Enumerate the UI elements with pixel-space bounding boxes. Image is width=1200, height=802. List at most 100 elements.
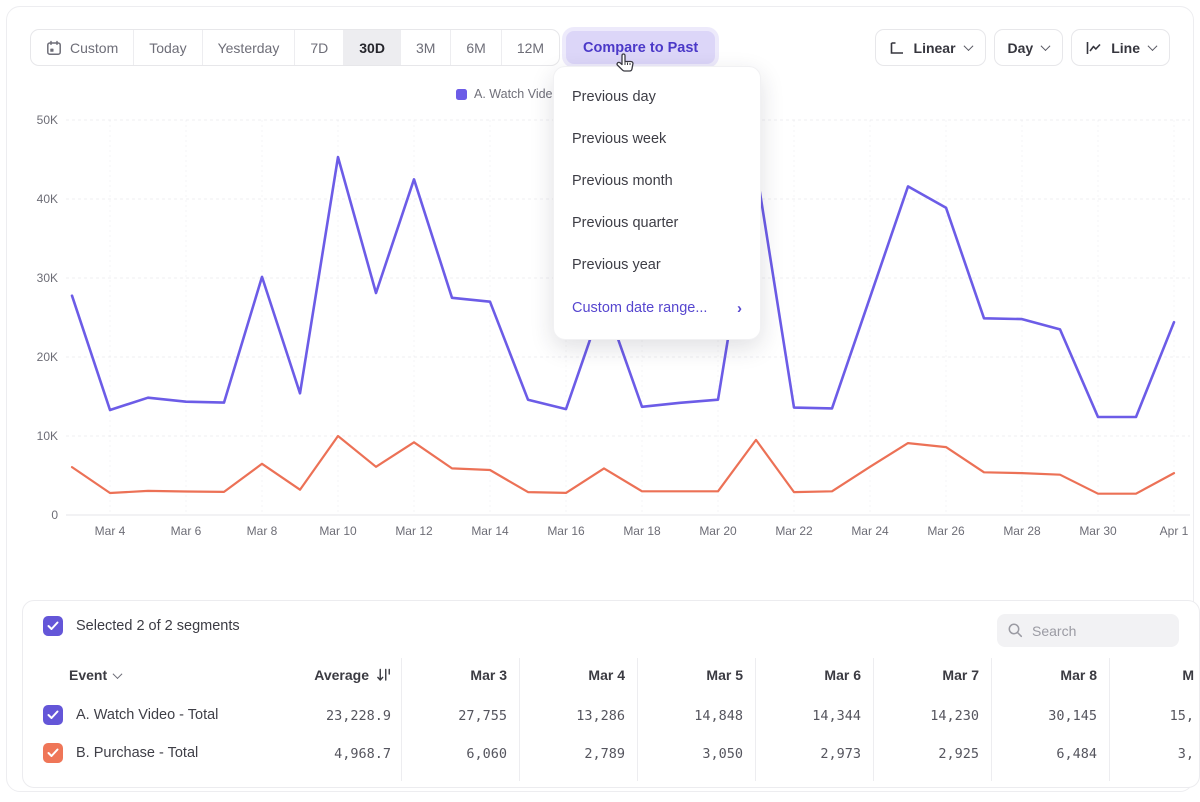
table-cell: 27,755	[458, 708, 507, 724]
axis-linear-icon	[889, 40, 905, 56]
scale-select-label: Linear	[914, 40, 956, 56]
legend-label: A. Watch Video	[474, 87, 559, 101]
table-row-purchase[interactable]: B. Purchase - Total	[43, 743, 198, 763]
menu-item-previous-day[interactable]: Previous day	[554, 76, 760, 118]
table-cell: 23,228.9	[326, 708, 391, 724]
x-axis-label: Mar 16	[547, 524, 585, 538]
select-all-checkbox[interactable]	[43, 616, 63, 636]
x-axis-label: Mar 20	[699, 524, 737, 538]
search-icon	[1007, 622, 1024, 639]
column-header-mar-3[interactable]: Mar 3	[470, 667, 507, 683]
column-separator	[991, 658, 992, 781]
column-separator	[1109, 658, 1110, 781]
selected-segments-label: Selected 2 of 2 segments	[76, 618, 240, 634]
interval-select[interactable]: Day	[994, 29, 1064, 66]
row-checkbox[interactable]	[43, 743, 63, 763]
column-header-label: Average	[314, 667, 369, 683]
x-axis-label: Apr 1	[1160, 524, 1189, 538]
table-cell: 13,286	[576, 708, 625, 724]
column-header-label: Mar 4	[588, 667, 625, 683]
chart-type-select-label: Line	[1111, 40, 1140, 56]
column-separator	[755, 658, 756, 781]
column-header-m[interactable]: M	[1182, 667, 1194, 683]
x-axis-label: Mar 22	[775, 524, 813, 538]
compare-to-past-button[interactable]: Compare to Past	[566, 31, 715, 64]
search-box[interactable]	[997, 614, 1179, 647]
chevron-right-icon: ›	[737, 300, 742, 317]
menu-item-previous-quarter[interactable]: Previous quarter	[554, 202, 760, 244]
column-header-mar-8[interactable]: Mar 8	[1060, 667, 1097, 683]
column-header-average[interactable]: Average	[314, 667, 391, 683]
table-cell: 6,484	[1056, 746, 1097, 762]
menu-item-label: Custom date range...	[572, 300, 707, 316]
line-chart-icon	[1085, 40, 1102, 56]
legend-swatch	[456, 89, 467, 100]
column-header-label: Mar 6	[824, 667, 861, 683]
row-label-text: B. Purchase - Total	[76, 745, 198, 761]
table-cell: 2,925	[938, 746, 979, 762]
y-axis-label: 10K	[37, 429, 58, 443]
column-separator	[519, 658, 520, 781]
row-checkbox[interactable]	[43, 705, 63, 725]
column-header-mar-6[interactable]: Mar 6	[824, 667, 861, 683]
sort-descending-icon	[376, 668, 391, 682]
chart-controls: Linear Day Line	[875, 29, 1170, 66]
x-axis-label: Mar 18	[623, 524, 661, 538]
column-header-label: Mar 3	[470, 667, 507, 683]
menu-item-previous-week[interactable]: Previous week	[554, 118, 760, 160]
column-header-mar-5[interactable]: Mar 5	[706, 667, 743, 683]
menu-item-previous-year[interactable]: Previous year	[554, 244, 760, 286]
x-axis-label: Mar 28	[1003, 524, 1041, 538]
column-header-label: Event	[69, 667, 107, 683]
chevron-down-icon	[963, 41, 973, 51]
x-axis-label: Mar 14	[471, 524, 509, 538]
x-axis-label: Mar 12	[395, 524, 433, 538]
table-cell: 30,145	[1048, 708, 1097, 724]
y-axis-label: 30K	[37, 271, 58, 285]
x-axis-label: Mar 30	[1079, 524, 1117, 538]
menu-item-custom-date-range[interactable]: Custom date range... ›	[554, 286, 760, 330]
x-axis-label: Mar 24	[851, 524, 889, 538]
table-cell: 14,230	[930, 708, 979, 724]
column-header-mar-4[interactable]: Mar 4	[588, 667, 625, 683]
search-input[interactable]	[1032, 623, 1162, 639]
column-header-event[interactable]: Event	[69, 667, 121, 683]
column-header-label: Mar 7	[942, 667, 979, 683]
column-separator	[873, 658, 874, 781]
table-cell: 15,	[1170, 708, 1194, 724]
y-axis-label: 50K	[37, 113, 58, 127]
column-separator	[401, 658, 402, 781]
table-cell: 3,	[1178, 746, 1194, 762]
y-axis-label: 0	[51, 508, 58, 522]
check-icon	[47, 621, 59, 631]
series-line-b-purchase[interactable]	[72, 436, 1174, 494]
table-cell: 4,968.7	[334, 746, 391, 762]
table-cell: 2,973	[820, 746, 861, 762]
table-cell: 2,789	[584, 746, 625, 762]
check-icon	[47, 710, 59, 720]
row-label-text: A. Watch Video - Total	[76, 707, 218, 723]
x-axis-label: Mar 6	[171, 524, 202, 538]
table-cell: 6,060	[466, 746, 507, 762]
column-separator	[637, 658, 638, 781]
scale-select[interactable]: Linear	[875, 29, 986, 66]
menu-item-previous-month[interactable]: Previous month	[554, 160, 760, 202]
y-axis-label: 20K	[37, 350, 58, 364]
table-cell: 3,050	[702, 746, 743, 762]
chevron-down-icon	[1041, 41, 1051, 51]
x-axis-label: Mar 4	[95, 524, 126, 538]
legend-item-watch-video[interactable]: A. Watch Video	[456, 87, 559, 101]
column-header-label: M	[1182, 667, 1194, 683]
chevron-down-icon	[113, 669, 123, 679]
x-axis-label: Mar 8	[247, 524, 278, 538]
column-header-label: Mar 5	[706, 667, 743, 683]
chevron-down-icon	[1148, 41, 1158, 51]
column-header-mar-7[interactable]: Mar 7	[942, 667, 979, 683]
x-axis-label: Mar 26	[927, 524, 965, 538]
interval-select-label: Day	[1008, 40, 1034, 56]
check-icon	[47, 748, 59, 758]
y-axis-label: 40K	[37, 192, 58, 206]
table-row-watch-video[interactable]: A. Watch Video - Total	[43, 705, 218, 725]
chart-type-select[interactable]: Line	[1071, 29, 1170, 66]
compare-to-past-menu: Previous dayPrevious weekPrevious monthP…	[553, 66, 761, 340]
